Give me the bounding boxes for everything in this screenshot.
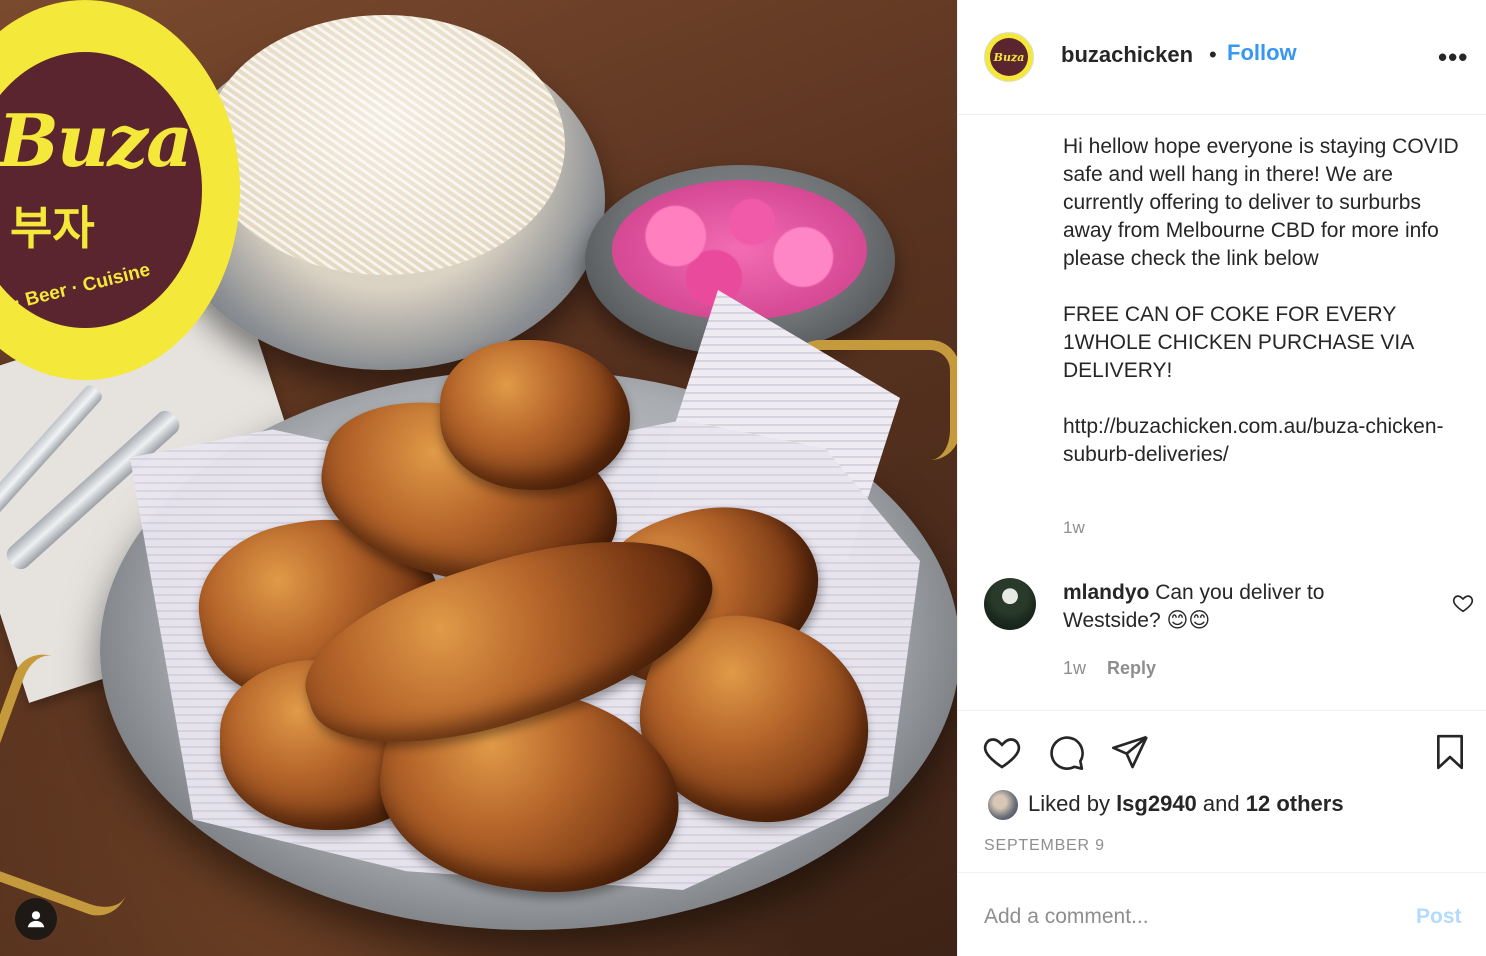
post-comment-button[interactable]: Post — [1416, 905, 1462, 929]
like-heart-icon[interactable] — [982, 732, 1022, 772]
likes-prefix: Liked by — [1028, 791, 1117, 816]
commenter-username[interactable]: mlandyo — [1063, 581, 1149, 604]
post-date[interactable]: SEPTEMBER 9 — [984, 837, 1105, 855]
commenter-avatar[interactable] — [984, 578, 1036, 630]
liker-username[interactable]: lsg2940 — [1116, 791, 1197, 816]
share-paper-plane-icon[interactable] — [1110, 732, 1150, 772]
header-separator: • — [1209, 42, 1217, 67]
likes-others-link[interactable]: 12 others — [1246, 791, 1344, 816]
comment-like-heart-icon[interactable] — [1452, 592, 1474, 614]
logo-korean: 부자 — [10, 201, 95, 255]
comment-input[interactable] — [984, 901, 1384, 933]
post-image[interactable]: Buza 부자 n · Beer · Cuisine — [0, 0, 957, 956]
pickled-radish — [612, 180, 867, 320]
follow-button[interactable]: Follow — [1227, 40, 1297, 66]
post-panel: Buza buzachicken • Follow ••• Hi hellow … — [957, 0, 1486, 956]
buza-logo-badge: Buza 부자 n · Beer · Cuisine — [0, 10, 230, 370]
tagged-users-button[interactable] — [15, 898, 57, 940]
author-avatar[interactable]: Buza — [984, 32, 1034, 82]
coleslaw — [205, 15, 565, 275]
fried-chicken-piece — [440, 340, 630, 490]
post-header: Buza buzachicken • Follow ••• — [958, 0, 1486, 115]
liker-avatar[interactable] — [986, 788, 1020, 822]
save-bookmark-icon[interactable] — [1430, 731, 1470, 773]
likes-summary: Liked by lsg2940 and 12 others — [1028, 791, 1344, 817]
post-actions: Liked by lsg2940 and 12 others SEPTEMBER… — [958, 710, 1486, 872]
caption-timestamp[interactable]: 1w — [1063, 518, 1085, 538]
user-icon — [27, 911, 45, 928]
add-comment-bar: Post — [958, 872, 1486, 956]
comment-bubble-icon[interactable] — [1046, 732, 1086, 772]
post-caption: Hi hellow hope everyone is staying COVID… — [1063, 135, 1459, 466]
comment-text: mlandyo Can you deliver to Westside? 😊😊 — [1063, 579, 1393, 635]
comment-timestamp[interactable]: 1w — [1063, 658, 1086, 679]
author-avatar-logo: Buza — [990, 38, 1028, 76]
likes-and: and — [1196, 791, 1246, 816]
comment-reply-button[interactable]: Reply — [1107, 658, 1156, 679]
more-options-button[interactable]: ••• — [1438, 42, 1468, 73]
logo-title: Buza — [0, 98, 193, 183]
author-username[interactable]: buzachicken — [1061, 42, 1193, 68]
